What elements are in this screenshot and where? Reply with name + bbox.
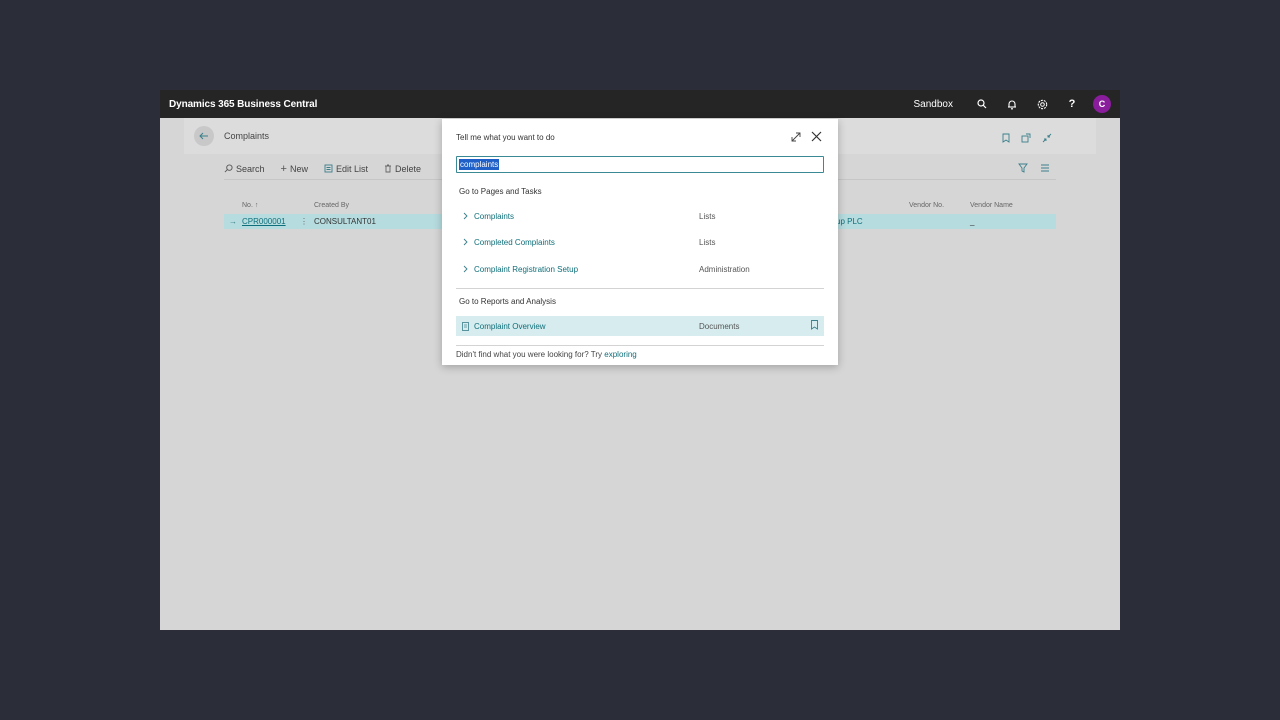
row-arrow-icon: →: [229, 217, 237, 226]
gear-icon[interactable]: [1027, 90, 1057, 118]
search-input-value: complaints: [459, 159, 500, 170]
report-icon: [458, 321, 472, 331]
collapse-icon[interactable]: [1042, 130, 1052, 148]
result-item-complaint-overview[interactable]: Complaint Overview Documents: [456, 316, 824, 336]
environment-label[interactable]: Sandbox: [914, 99, 953, 110]
column-header-vendor-no[interactable]: Vendor No.: [909, 202, 944, 209]
divider: [456, 345, 824, 346]
new-action[interactable]: + New: [281, 163, 308, 175]
pages-section-heading: Go to Pages and Tasks: [459, 187, 542, 196]
result-item-completed-complaints[interactable]: Completed Complaints Lists: [456, 232, 824, 252]
exploring-link[interactable]: exploring: [604, 350, 636, 359]
list-view-icon[interactable]: [1040, 160, 1050, 178]
plus-icon: +: [280, 162, 287, 175]
help-icon[interactable]: ?: [1057, 90, 1087, 118]
chevron-right-icon: [458, 238, 472, 246]
trash-icon: [385, 164, 391, 173]
edit-list-action[interactable]: Edit List: [324, 164, 368, 174]
back-arrow-icon[interactable]: [194, 126, 214, 146]
search-icon: [224, 164, 233, 173]
search-action[interactable]: Search: [224, 164, 265, 174]
divider: [456, 288, 824, 289]
row-menu-icon[interactable]: ⋮: [300, 217, 308, 226]
bookmark-icon[interactable]: [811, 320, 818, 332]
row-created-by: CONSULTANT01: [314, 217, 376, 226]
app-brand[interactable]: Dynamics 365 Business Central: [169, 99, 317, 110]
delete-action[interactable]: Delete: [384, 164, 421, 174]
avatar[interactable]: C: [1093, 95, 1111, 113]
search-icon[interactable]: [967, 90, 997, 118]
bookmark-icon[interactable]: [1002, 130, 1010, 148]
dialog-footer: Didn't find what you were looking for? T…: [456, 350, 637, 359]
result-item-complaint-registration-setup[interactable]: Complaint Registration Setup Administrat…: [456, 259, 824, 279]
expand-icon[interactable]: [791, 129, 801, 147]
page-title: Complaints: [224, 131, 270, 141]
column-header-no[interactable]: No. ↑: [242, 202, 258, 209]
dialog-title: Tell me what you want to do: [456, 133, 555, 142]
chevron-right-icon: [458, 265, 472, 273]
search-input[interactable]: complaints: [456, 156, 824, 173]
tell-me-dialog: Tell me what you want to do complaints G…: [442, 119, 838, 365]
edit-list-icon: [324, 164, 333, 173]
row-no-link[interactable]: CPR000001: [242, 217, 286, 226]
result-item-complaints[interactable]: Complaints Lists: [456, 206, 824, 226]
column-header-vendor-name[interactable]: Vendor Name: [970, 202, 1013, 209]
top-bar: Dynamics 365 Business Central Sandbox ? …: [160, 90, 1120, 118]
filter-icon[interactable]: [1018, 160, 1028, 178]
chevron-right-icon: [458, 212, 472, 220]
column-header-created-by[interactable]: Created By: [314, 202, 349, 209]
close-icon[interactable]: [811, 129, 822, 147]
reports-section-heading: Go to Reports and Analysis: [459, 297, 556, 306]
bell-icon[interactable]: [997, 90, 1027, 118]
row-partial-vendor[interactable]: up PLC: [836, 217, 863, 226]
row-vendor-name: _: [970, 217, 975, 226]
open-new-window-icon[interactable]: [1021, 130, 1031, 148]
